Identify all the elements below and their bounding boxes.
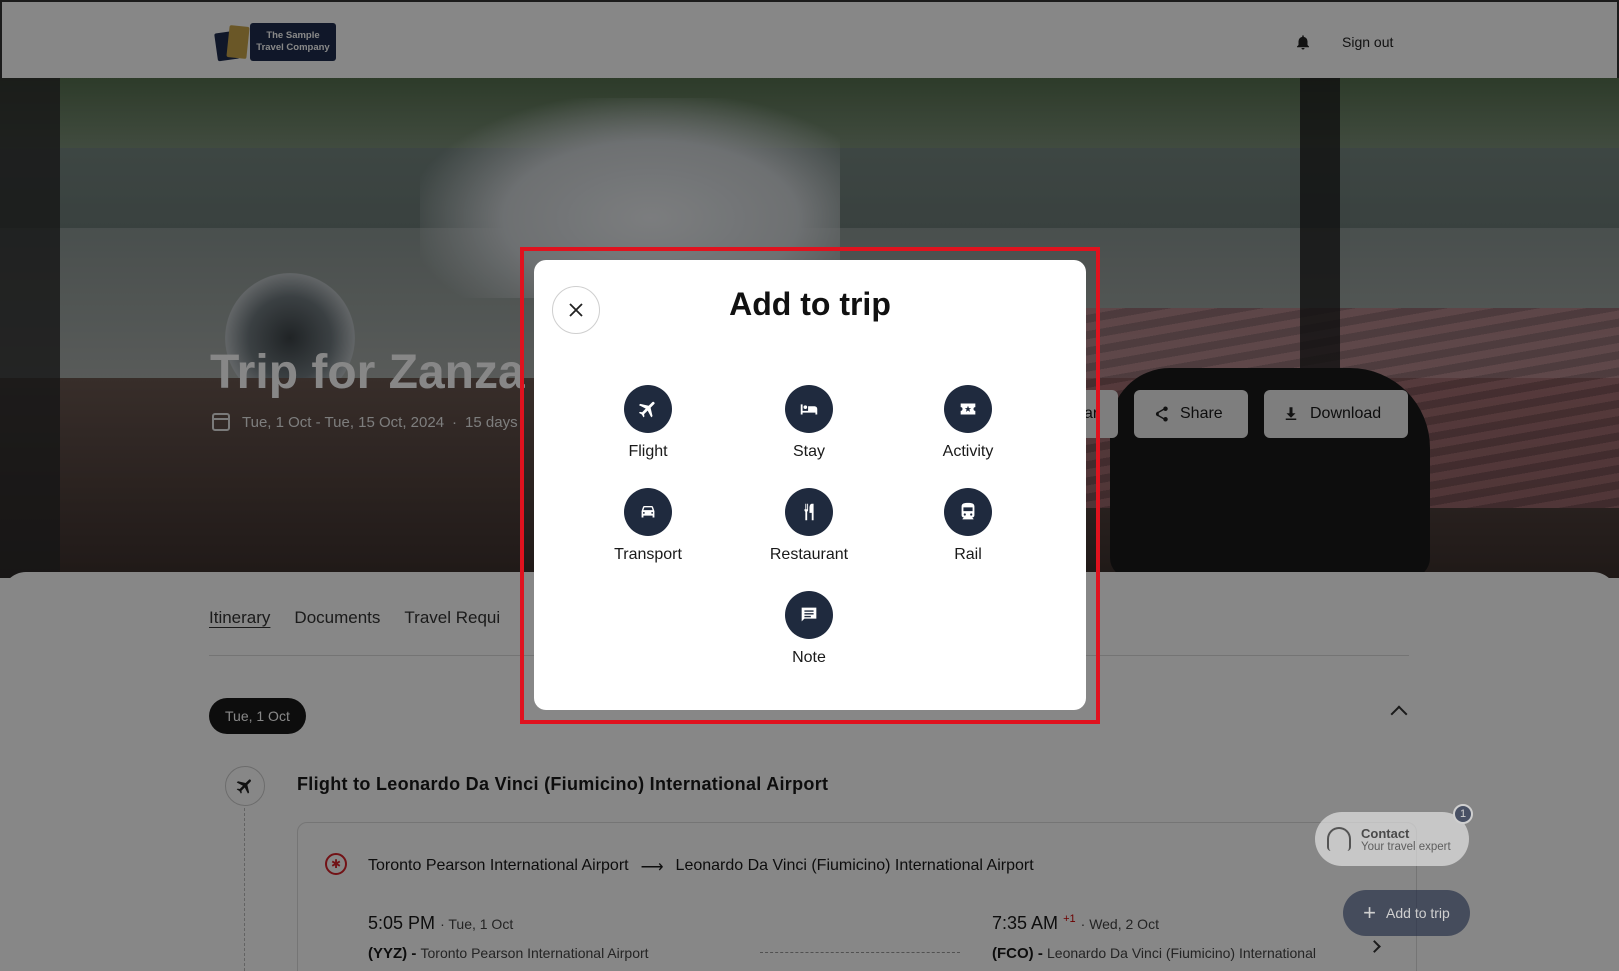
option-stay[interactable]: Stay: [739, 385, 879, 461]
option-stay-label: Stay: [792, 443, 825, 460]
car-icon: [641, 506, 655, 518]
utensils-icon: [804, 503, 814, 521]
option-flight-label: Flight: [628, 443, 668, 460]
headset-icon: [1327, 827, 1351, 851]
option-rail-label: Rail: [954, 546, 982, 563]
option-flight[interactable]: Flight: [578, 385, 718, 461]
option-activity-label: Activity: [942, 443, 994, 460]
option-rail[interactable]: Rail: [898, 488, 1038, 564]
option-note-label: Note: [792, 649, 826, 666]
note-icon: [801, 607, 817, 622]
option-restaurant-label: Restaurant: [769, 546, 849, 563]
notification-badge: 1: [1453, 804, 1473, 824]
option-restaurant[interactable]: Restaurant: [739, 488, 879, 564]
add-to-trip-fab-label: Add to trip: [1386, 905, 1450, 921]
add-to-trip-modal: Add to trip Flight Stay Activity Transpo…: [534, 260, 1086, 710]
modal-title: Add to trip: [729, 286, 891, 322]
train-icon: [961, 502, 975, 520]
contact-title: Contact: [1361, 825, 1410, 841]
contact-travel-expert-button[interactable]: Contact Your travel expert 1: [1315, 804, 1473, 866]
contact-subtitle: Your travel expert: [1361, 840, 1451, 853]
bed-icon: [800, 404, 818, 415]
option-note[interactable]: Note: [739, 591, 879, 667]
add-to-trip-fab[interactable]: + Add to trip: [1343, 890, 1470, 936]
option-activity[interactable]: Activity: [898, 385, 1038, 461]
plane-icon: [638, 401, 655, 418]
ticket-icon: [960, 403, 976, 415]
option-transport[interactable]: Transport: [578, 488, 718, 564]
option-transport-label: Transport: [614, 546, 682, 563]
plus-icon: +: [1363, 900, 1377, 925]
